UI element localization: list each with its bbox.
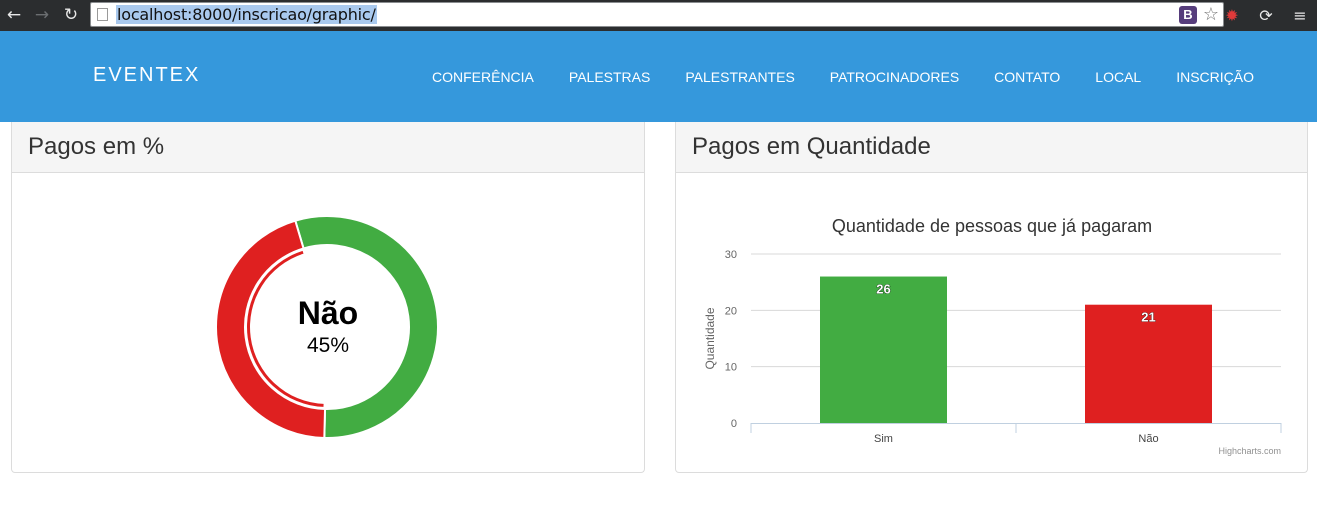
reload-icon[interactable]: ↻ <box>60 4 82 26</box>
address-bar[interactable]: localhost:8000/inscricao/graphic/ B ☆ <box>90 2 1224 27</box>
back-icon[interactable]: ← <box>3 4 25 26</box>
chart-credits[interactable]: Highcharts.com <box>1218 446 1281 456</box>
page-icon <box>97 8 108 21</box>
donut-selected-name: Não <box>297 295 359 331</box>
menu-icon[interactable]: ≡ <box>1283 6 1317 25</box>
donut-selected-percent: 45% <box>306 334 350 357</box>
panel-heading: Pagos em % <box>12 122 644 173</box>
menu-item-inscricao[interactable]: INSCRIÇÃO <box>1176 69 1254 85</box>
menu-item-patrocinadores[interactable]: PATROCINADORES <box>830 69 959 85</box>
main-menu: CONFERÊNCIA PALESTRAS PALESTRANTES PATRO… <box>432 69 1289 85</box>
panel-title: Pagos em Quantidade <box>692 133 931 160</box>
extension-icon[interactable]: ✹ <box>1215 6 1249 25</box>
site-navbar: EVENTEX CONFERÊNCIA PALESTRAS PALESTRANT… <box>0 31 1317 122</box>
bootstrap-extension-icon[interactable]: B <box>1179 6 1197 24</box>
x-tick-label: Sim <box>874 433 893 445</box>
data-label: 21 <box>1141 310 1155 325</box>
sync-icon[interactable]: ⟳ <box>1249 6 1283 25</box>
url-text[interactable]: localhost:8000/inscricao/graphic/ <box>116 5 377 24</box>
menu-item-contato[interactable]: CONTATO <box>994 69 1060 85</box>
menu-item-palestrantes[interactable]: PALESTRANTES <box>685 69 794 85</box>
y-tick-label: 10 <box>725 362 737 374</box>
y-axis-label: Quantidade <box>703 307 717 369</box>
data-label: 26 <box>876 282 890 297</box>
y-tick-label: 20 <box>725 305 737 317</box>
bar-chart: Quantidade de pessoas que já pagaram 0 10 2… <box>703 216 1282 456</box>
bar-sim[interactable] <box>820 276 947 423</box>
x-tick-label: Não <box>1138 433 1158 445</box>
panel-title: Pagos em % <box>28 133 165 160</box>
chart-title: Quantidade de pessoas que já pagaram <box>832 216 1152 236</box>
menu-item-palestras[interactable]: PALESTRAS <box>569 69 650 85</box>
paid-percent-panel: Pagos em % Não 45% <box>11 122 645 473</box>
y-tick-label: 30 <box>725 249 737 261</box>
browser-toolbar: ← → ↻ localhost:8000/inscricao/graphic/ … <box>0 0 1317 31</box>
donut-center-label: Não 45% <box>228 295 428 358</box>
panel-heading: Pagos em Quantidade <box>676 122 1307 173</box>
forward-icon[interactable]: → <box>31 4 53 26</box>
menu-item-local[interactable]: LOCAL <box>1095 69 1141 85</box>
menu-item-conferencia[interactable]: CONFERÊNCIA <box>432 69 534 85</box>
site-brand[interactable]: EVENTEX <box>93 64 200 87</box>
y-tick-label: 0 <box>731 418 737 430</box>
paid-quantity-panel: Pagos em Quantidade Quantidade de pessoa… <box>675 122 1308 473</box>
